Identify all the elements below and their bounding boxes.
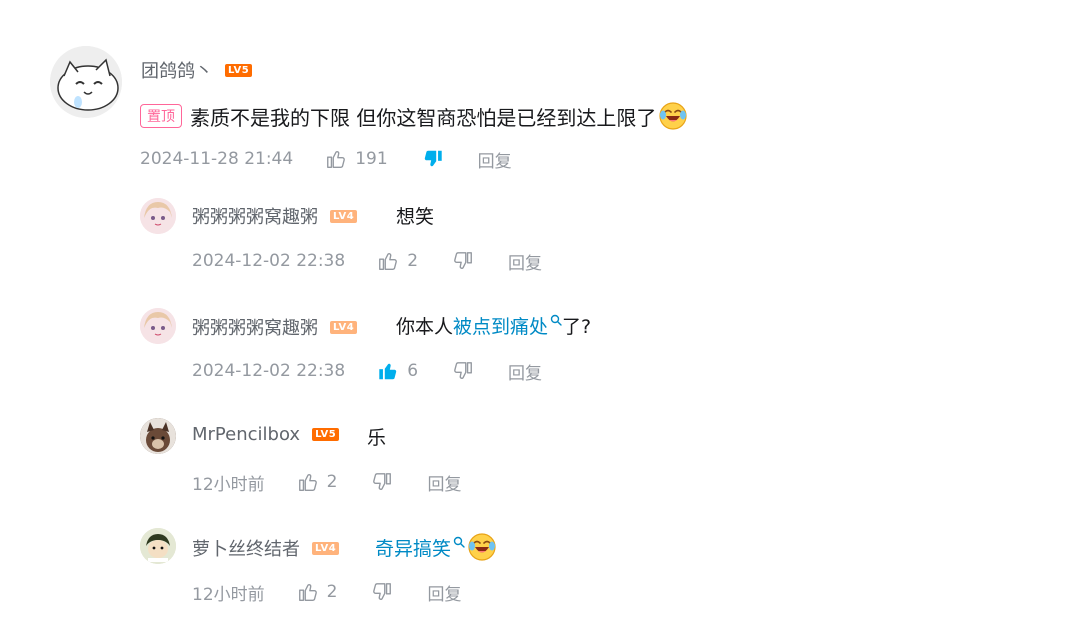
reply-date: 12小时前 — [192, 474, 265, 495]
comment-meta: 2024-11-28 21:44 191 回复 — [140, 147, 512, 172]
dislike-button[interactable] — [452, 250, 474, 272]
search-icon[interactable] — [453, 536, 465, 548]
level-badge: LV4 — [330, 209, 358, 223]
thumb-down-icon — [452, 360, 474, 382]
level-badge: LV4 — [330, 320, 358, 334]
dislike-button[interactable] — [371, 581, 393, 603]
thumb-up-icon — [297, 581, 319, 603]
username[interactable]: 粥粥粥粥窝趣粥 — [192, 203, 318, 229]
reply-date: 2024-12-02 22:38 — [192, 361, 346, 381]
like-count: 6 — [407, 361, 419, 381]
reply-meta: 12小时前 2 回复 — [192, 470, 461, 495]
reply-button[interactable]: 回复 — [478, 147, 512, 172]
cartoon-avatar-icon — [140, 528, 176, 564]
laughing-crying-emoji-icon — [658, 101, 688, 131]
avatar[interactable] — [140, 198, 176, 234]
thumb-down-icon — [371, 471, 393, 493]
like-button[interactable]: 2 — [377, 250, 418, 272]
thumb-down-filled-icon — [422, 148, 444, 170]
search-link[interactable]: 被点到痛处 — [453, 312, 548, 339]
like-count: 191 — [355, 149, 388, 169]
username-row: 粥粥粥粥窝趣粥 LV4 — [192, 314, 358, 340]
reply-date: 12小时前 — [192, 584, 265, 605]
dislike-button[interactable] — [371, 471, 393, 493]
comment-content: 置顶 素质不是我的下限 但你这智商恐怕是已经到达上限了 — [140, 100, 688, 132]
comment-text: 素质不是我的下限 但你这智商恐怕是已经到达上限了 — [190, 105, 657, 130]
username-row: MrPencilbox LV5 — [192, 424, 340, 445]
like-button[interactable]: 191 — [325, 148, 388, 170]
level-badge: LV4 — [312, 541, 340, 555]
anime-avatar-icon — [140, 198, 176, 234]
dog-avatar-icon — [140, 418, 176, 454]
like-count: 2 — [326, 472, 338, 492]
thumb-up-icon — [325, 148, 347, 170]
username[interactable]: 团鸽鸽丶 — [141, 57, 213, 83]
cat-avatar-icon — [50, 46, 122, 118]
like-button[interactable]: 6 — [377, 360, 418, 382]
like-count: 2 — [407, 251, 419, 271]
thumb-up-filled-icon — [377, 360, 399, 382]
thumb-up-icon — [297, 471, 319, 493]
reply-button[interactable]: 回复 — [427, 470, 461, 495]
reply-content: 奇异搞笑 — [375, 531, 497, 563]
reply-text: 乐 — [367, 426, 387, 449]
reply-meta: 2024-12-02 22:38 2 回复 — [192, 249, 542, 274]
thumb-down-icon — [452, 250, 474, 272]
thumb-down-icon — [371, 581, 393, 603]
avatar[interactable] — [140, 418, 176, 454]
level-badge: LV5 — [225, 63, 253, 77]
reply-meta: 2024-12-02 22:38 6 回复 — [192, 359, 542, 384]
search-link[interactable]: 奇异搞笑 — [375, 534, 451, 561]
laughing-crying-emoji-icon — [467, 532, 497, 562]
thumb-up-icon — [377, 250, 399, 272]
reply-text: 想笑 — [396, 205, 435, 228]
reply-content: 想笑 — [396, 201, 434, 229]
username-row: 萝卜丝终结者 LV4 — [192, 535, 340, 561]
dislike-button[interactable] — [422, 148, 444, 170]
username-row: 团鸽鸽丶 LV5 — [141, 57, 253, 83]
reply-text-before: 你本人 — [396, 315, 454, 338]
search-icon[interactable] — [550, 314, 562, 326]
comment-date: 2024-11-28 21:44 — [140, 149, 294, 169]
like-button[interactable]: 2 — [297, 581, 338, 603]
pinned-badge: 置顶 — [140, 104, 182, 128]
username[interactable]: MrPencilbox — [192, 424, 300, 445]
reply-content: 乐 — [367, 422, 386, 450]
anime-avatar-icon — [140, 308, 176, 344]
reply-text-after: 了? — [562, 315, 592, 338]
dislike-button[interactable] — [452, 360, 474, 382]
avatar[interactable] — [140, 308, 176, 344]
reply-button[interactable]: 回复 — [508, 359, 542, 384]
level-badge: LV5 — [312, 428, 340, 441]
reply-meta: 12小时前 2 回复 — [192, 580, 461, 605]
username-row: 粥粥粥粥窝趣粥 LV4 — [192, 203, 358, 229]
reply-button[interactable]: 回复 — [427, 580, 461, 605]
username[interactable]: 萝卜丝终结者 — [192, 535, 300, 561]
avatar[interactable] — [140, 528, 176, 564]
like-count: 2 — [326, 582, 338, 602]
reply-button[interactable]: 回复 — [508, 249, 542, 274]
reply-date: 2024-12-02 22:38 — [192, 251, 346, 271]
reply-content: 你本人 被点到痛处 了? — [396, 311, 591, 339]
avatar[interactable] — [50, 46, 122, 118]
like-button[interactable]: 2 — [297, 471, 338, 493]
username[interactable]: 粥粥粥粥窝趣粥 — [192, 314, 318, 340]
